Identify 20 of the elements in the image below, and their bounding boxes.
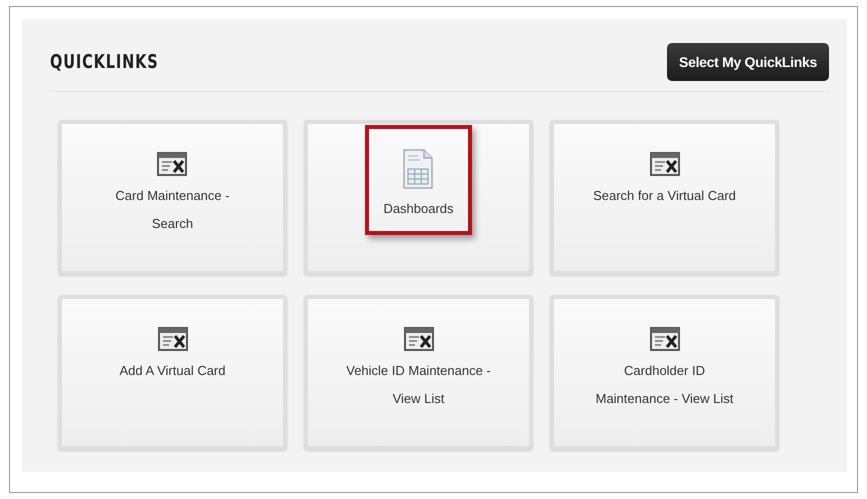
tile-label: Dashboards bbox=[383, 200, 454, 218]
tile-label: Vehicle ID Maintenance - View List bbox=[346, 362, 491, 408]
quicklink-tile[interactable]: Vehicle ID Maintenance - View List bbox=[304, 295, 533, 450]
tile-label: Cardholder ID Maintenance - View List bbox=[596, 362, 734, 408]
card-tools-icon bbox=[157, 152, 188, 176]
quicklink-tile[interactable]: Dashboards bbox=[304, 120, 533, 275]
card-tools-icon bbox=[650, 152, 680, 176]
spreadsheet-icon bbox=[402, 149, 434, 189]
card-tools-icon bbox=[404, 327, 434, 351]
tile-label: Card Maintenance - Search bbox=[115, 187, 230, 233]
quicklink-tile[interactable]: Card Maintenance - Search bbox=[58, 120, 287, 275]
card-tools-icon bbox=[158, 327, 188, 351]
select-quicklinks-button[interactable]: Select My QuickLinks bbox=[667, 43, 829, 81]
tile-label: Add A Virtual Card bbox=[120, 362, 226, 380]
quicklink-tile[interactable]: Cardholder ID Maintenance - View List bbox=[550, 295, 779, 450]
quicklink-tile[interactable]: Search for a Virtual Card bbox=[550, 120, 779, 275]
panel-title: QUICKLINKS bbox=[50, 51, 159, 73]
quicklink-tile[interactable]: Add A Virtual Card bbox=[58, 295, 287, 450]
tile-label: Search for a Virtual Card bbox=[593, 187, 736, 205]
card-tools-icon bbox=[650, 327, 680, 351]
